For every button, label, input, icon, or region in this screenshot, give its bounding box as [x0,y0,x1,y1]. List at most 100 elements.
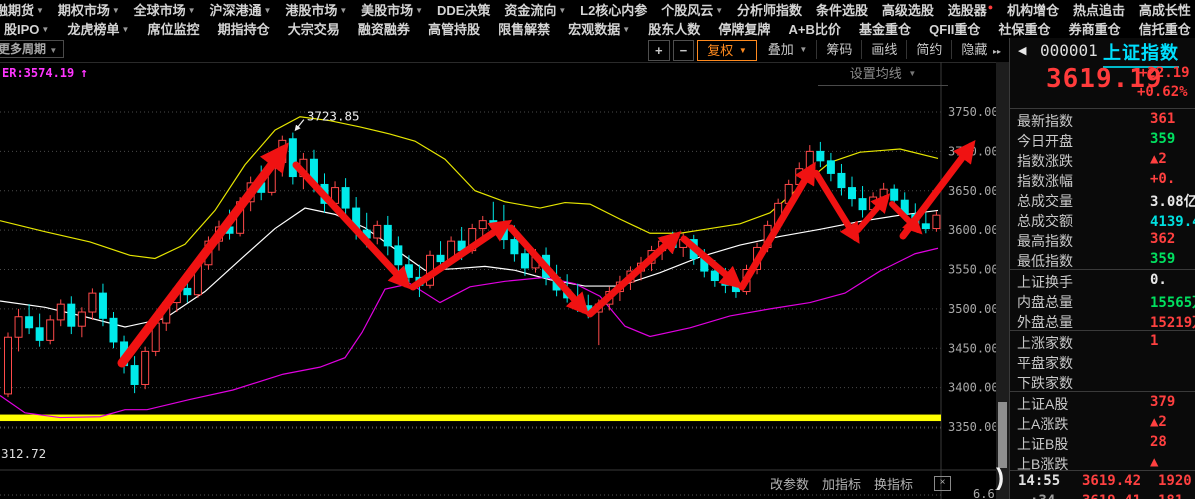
menu2-item-15[interactable]: 券商重仓 [1069,19,1121,38]
menu2-item-3[interactable]: 期指持仓 [218,19,270,38]
menu2-item-10[interactable]: 停牌复牌 [718,19,770,38]
candle [511,240,518,254]
switch-indicator-button[interactable]: 换指标 [874,474,913,493]
candle [933,215,940,228]
quote-row-label: 外盘总量 [1017,312,1073,332]
candle [849,188,856,199]
menu1-item-8[interactable]: L2核心内参 [580,0,647,19]
back-arrow-icon[interactable]: ◀ [1018,44,1026,57]
trend-arrow[interactable] [122,150,283,363]
menu1-item-7[interactable]: 资金流向▼ [504,0,566,19]
menu1-item-15[interactable]: 热点追击 [1073,0,1125,19]
menu-row-2: 股IPO▼ 龙虎榜单▼ 席位监控期指持仓大宗交易融资融券高管持股限售解禁宏观数据▼ 股… [0,19,1195,38]
support-trendline[interactable] [0,415,941,422]
stock-app-window: 融期货▼ 期权市场▼ 全球市场▼ 沪深港通▼ 港股市场▼ 美股市场▼ DDE决策资金流向▼ L… [0,0,1195,499]
menu2-item-9[interactable]: 股东人数 [648,19,700,38]
ma-settings-button[interactable]: 设置均线 ▼ [818,63,948,86]
y-axis-label: 3750.00 [948,105,996,119]
adjust-price-button[interactable]: 复权 ▼ [697,40,757,61]
quote-row-label: 上证A股 [1017,394,1068,414]
menu2-item-16[interactable]: 信托重仓 [1139,19,1191,38]
trend-arrow[interactable] [296,165,406,284]
kline-chart-area[interactable]: 3750.003700.003650.003600.003550.003500.… [0,62,996,499]
menu-bar: 融期货▼ 期权市场▼ 全球市场▼ 沪深港通▼ 港股市场▼ 美股市场▼ DDE决策资金流向▼ L… [0,0,1195,38]
indicator-actions: 改参数 加指标 换指标 × [770,474,951,493]
quote-row: 上A涨跌▲2 [1010,412,1195,432]
candle [47,320,54,340]
candle [36,328,43,341]
menu1-item-16[interactable]: 高成长性 [1139,0,1191,19]
menu1-item-14[interactable]: 机构增仓 [1007,0,1059,19]
quote-row-value: 361 [1150,111,1175,127]
trend-arrow[interactable] [511,228,584,310]
menu1-item-6[interactable]: DDE决策 [437,0,490,19]
candle [384,225,391,245]
menu2-item-8[interactable]: 宏观数据▼ [568,19,630,38]
candle [521,254,528,268]
menu1-item-1[interactable]: 期权市场▼ [58,0,120,19]
chevron-down-icon: ▼ [558,6,566,15]
zoom-in-button[interactable]: + [648,40,670,61]
tick-price: 3619.41 [1082,493,1141,499]
menu1-item-12[interactable]: 高级选股 [882,0,934,19]
scrollbar-thumb[interactable] [998,402,1007,468]
menu2-item-7[interactable]: 限售解禁 [498,19,550,38]
menu2-item-14[interactable]: 社保重仓 [999,19,1051,38]
menu1-item-4[interactable]: 港股市场▼ [285,0,347,19]
change-params-button[interactable]: 改参数 [770,474,809,493]
candlestick-chart[interactable]: 3750.003700.003650.003600.003550.003500.… [0,62,996,499]
adjust-price-label: 复权 [707,43,733,58]
menu2-item-12[interactable]: 基金重仓 [859,19,911,38]
overlay-button[interactable]: 叠加 ▼ [759,40,818,59]
quote-panel-header: ◀ 000001 上证指数 [1010,38,1195,64]
quote-row-value: 15565万 [1150,292,1195,312]
quote-panel: ◀ 000001 上证指数 3619.19 +22.19 +0.62% 最新指数… [1009,38,1195,499]
panel-collapse-handle[interactable]: ) [996,464,1004,492]
menu1-item-2[interactable]: 全球市场▼ [134,0,196,19]
add-indicator-button[interactable]: 加指标 [822,474,861,493]
menu1-item-13[interactable]: 选股器● [948,0,993,19]
menu2-item-6[interactable]: 高管持股 [428,19,480,38]
chip-distribution-button[interactable]: 筹码 [817,40,862,59]
close-icon[interactable]: × [934,476,951,491]
quote-stat-rows: 最新指数361今日开盘359指数涨跌▲2指数涨幅+0.总成交量3.08亿总成交额… [1010,108,1195,472]
ma-settings-label: 设置均线 [850,66,902,81]
draw-line-button[interactable]: 画线 [862,40,907,59]
vertical-scrollbar[interactable]: ) [996,62,1009,499]
menu2-item-11[interactable]: A+B比价 [789,19,841,38]
quote-row: 上B涨跌▲ [1010,452,1195,472]
menu1-item-10[interactable]: 分析师指数 [737,0,802,19]
hide-label: 隐藏 [961,42,987,57]
trend-arrow[interactable] [684,239,737,284]
menu2-item-4[interactable]: 大宗交易 [288,19,340,38]
candle [26,317,33,328]
candle [817,151,824,160]
candle [859,199,866,210]
menu1-item-5[interactable]: 美股市场▼ [361,0,423,19]
menu1-item-0[interactable]: 融期货▼ [0,0,44,19]
quote-row: 平盘家数 [1010,351,1195,371]
tick-list[interactable]: 14:553619.421920:343619.41181 [1010,470,1195,499]
candle [395,246,402,265]
menu2-item-13[interactable]: QFII重仓 [929,19,980,38]
menu1-item-9[interactable]: 个股风云▼ [661,0,723,19]
candle [838,173,845,187]
menu2-item-2[interactable]: 席位监控 [147,19,199,38]
menu2-item-0[interactable]: 股IPO▼ [4,19,49,38]
trend-arrow[interactable] [816,173,856,238]
candle [5,337,12,394]
menu1-item-11[interactable]: 条件选股 [816,0,868,19]
candles [5,133,940,397]
menu1-item-3[interactable]: 沪深港通▼ [209,0,271,19]
menu2-item-1[interactable]: 龙虎榜单▼ [67,19,129,38]
quote-row: 上证A股379 [1010,391,1195,412]
overlay-label: 叠加 [768,42,794,57]
trend-arrow[interactable] [590,236,676,314]
menu2-item-5[interactable]: 融资融券 [358,19,410,38]
zoom-out-button[interactable]: − [673,40,695,61]
more-periods-button[interactable]: 更多周期 ▼ [0,40,64,58]
simple-mode-button[interactable]: 简约 [907,40,952,59]
hide-button[interactable]: 隐藏 ▸▸ [952,40,1011,59]
quote-row-value: 359 [1150,251,1175,267]
y-axis-label: 3350.00 [948,420,996,434]
